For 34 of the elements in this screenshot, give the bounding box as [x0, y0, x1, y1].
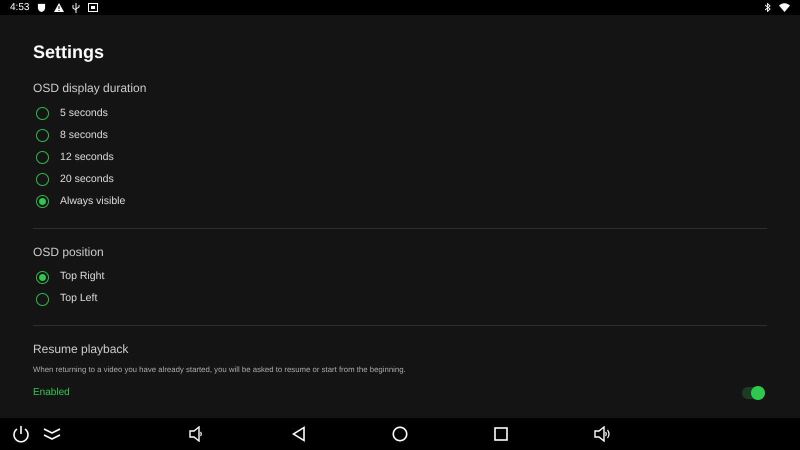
section-heading: OSD position	[33, 244, 105, 260]
bluetooth-icon	[765, 3, 771, 12]
radio-button[interactable]	[36, 151, 49, 164]
option-label[interactable]: 8 seconds	[60, 128, 108, 144]
volume-up-icon[interactable]	[594, 426, 611, 442]
collapse-icon[interactable]	[43, 427, 61, 441]
radio-button[interactable]	[36, 129, 49, 142]
warning-icon	[54, 3, 64, 12]
setting-value: Enabled	[33, 386, 70, 400]
wifi-icon	[779, 3, 790, 12]
toggle-switch[interactable]	[742, 386, 764, 399]
back-icon[interactable]	[292, 426, 306, 442]
recents-icon[interactable]	[494, 427, 508, 441]
section-heading: OSD display duration	[33, 81, 148, 97]
power-icon[interactable]	[12, 425, 30, 443]
option-label[interactable]: Top Right	[60, 269, 104, 286]
radio-button[interactable]	[36, 107, 49, 120]
shield-icon	[37, 3, 46, 12]
usb-icon	[72, 2, 80, 12]
option-label[interactable]: Top Left	[60, 291, 98, 308]
home-icon[interactable]	[392, 426, 408, 442]
radio-button[interactable]	[36, 270, 49, 284]
radio-button[interactable]	[36, 195, 49, 208]
clock-time: 4:53	[10, 1, 30, 15]
radio-button[interactable]	[36, 292, 49, 306]
section-heading: Resume playback	[33, 342, 130, 358]
radio-button[interactable]	[36, 173, 49, 186]
page-title: Settings	[33, 43, 106, 61]
screen-icon	[88, 3, 98, 12]
option-label[interactable]: 12 seconds	[60, 150, 114, 166]
option-label[interactable]: 20 seconds	[60, 172, 114, 188]
option-label[interactable]: Always visible	[60, 194, 126, 210]
volume-down-icon[interactable]	[189, 426, 203, 442]
option-label[interactable]: 5 seconds	[60, 106, 108, 122]
